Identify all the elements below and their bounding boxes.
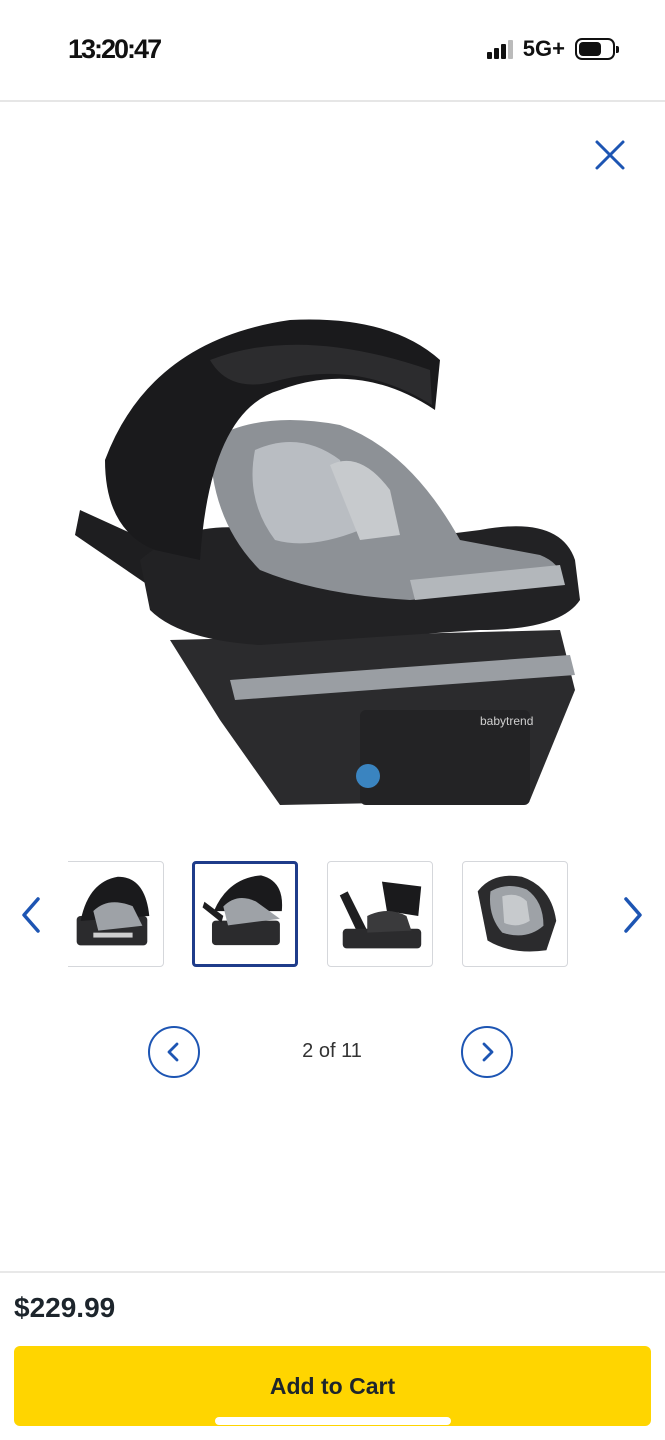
status-icons: 5G+ — [486, 36, 619, 62]
status-bar: 13:20:47 5G+ — [0, 0, 665, 100]
thumbnail-4[interactable] — [462, 861, 568, 967]
add-to-cart-button[interactable]: Add to Cart — [14, 1346, 651, 1426]
status-time: 13:20:47 — [68, 34, 162, 64]
chevron-right-icon — [482, 1042, 494, 1062]
product-main-image[interactable]: babytrend — [60, 300, 605, 830]
thumbnail-1[interactable] — [68, 861, 164, 967]
pager-prev-button[interactable] — [148, 1026, 200, 1078]
product-price: $229.99 — [14, 1292, 116, 1323]
chevron-left-icon — [167, 1042, 179, 1062]
thumbnails-next-button[interactable] — [618, 893, 648, 937]
pager-next-button[interactable] — [461, 1026, 513, 1078]
chevron-left-icon — [22, 897, 40, 933]
home-indicator[interactable] — [215, 1417, 451, 1425]
add-to-cart-label: Add to Cart — [269, 1372, 396, 1399]
close-button[interactable] — [588, 133, 632, 177]
thumbnail-3[interactable] — [327, 861, 433, 967]
signal-icon — [486, 39, 513, 59]
close-icon — [595, 140, 625, 170]
footer-divider — [0, 1271, 665, 1273]
modal-top-divider — [0, 100, 665, 102]
network-label: 5G+ — [522, 36, 565, 61]
thumbnail-2[interactable] — [192, 861, 298, 967]
pager-indicator: 2 of 11 — [302, 1040, 362, 1062]
chevron-right-icon — [624, 897, 642, 933]
thumbnails-prev-button[interactable] — [16, 893, 46, 937]
battery-icon — [575, 38, 619, 60]
brand-logo-text: babytrend — [480, 714, 533, 728]
